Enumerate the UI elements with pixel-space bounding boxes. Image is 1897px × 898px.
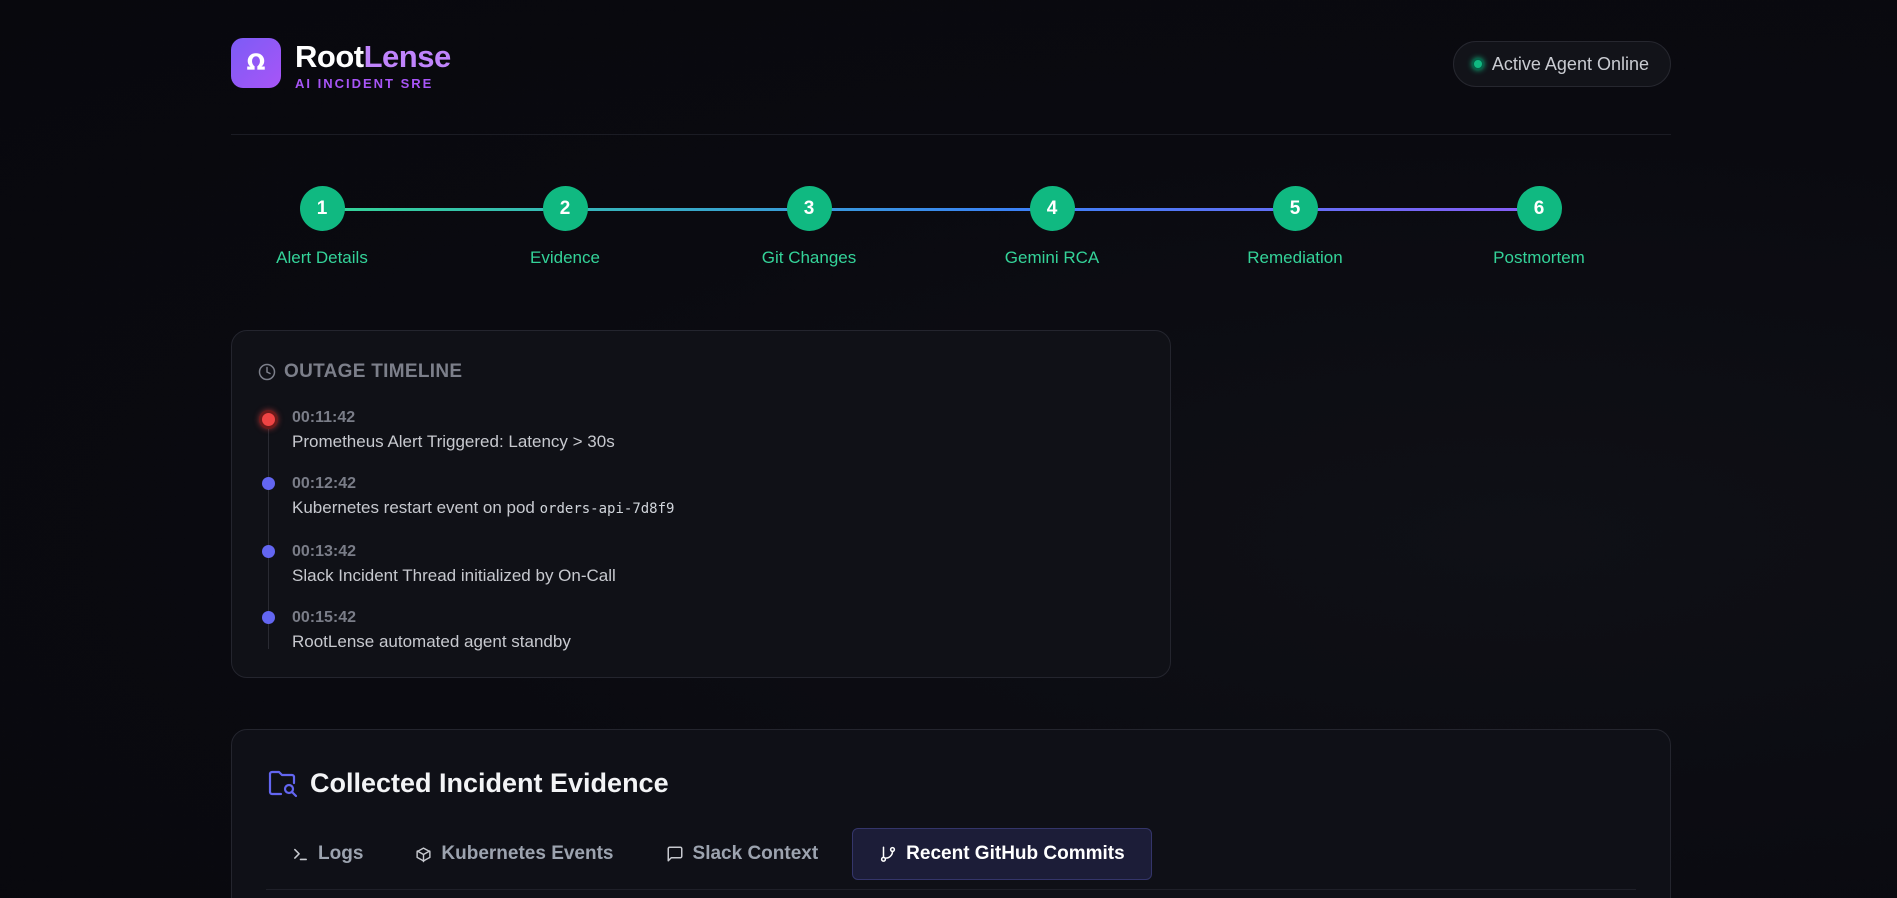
step-postmortem[interactable]: 6 Postmortem: [1459, 186, 1619, 268]
step-gemini-rca[interactable]: 4 Gemini RCA: [972, 186, 1132, 268]
status-dot-icon: [1471, 58, 1484, 70]
step-label: Git Changes: [761, 248, 857, 267]
info-dot-icon: [262, 611, 275, 624]
step-number-circle: 4: [1029, 186, 1075, 231]
step-number-circle: 3: [786, 186, 832, 231]
step-label: Postmortem: [1493, 248, 1585, 267]
step-number-circle: 6: [1516, 186, 1562, 231]
evidence-tabs: Logs Kubernetes Events Slack Context Rec…: [266, 828, 1152, 880]
alert-dot-icon: [259, 410, 278, 429]
step-remediation[interactable]: 5 Remediation: [1215, 186, 1375, 268]
pod-name-code: orders-api-7d8f9: [539, 501, 675, 517]
tab-label: Kubernetes Events: [441, 843, 614, 864]
brand: RootLense AI INCIDENT SRE: [295, 40, 451, 92]
agent-status-badge: Active Agent Online: [1452, 41, 1671, 87]
clock-icon: [258, 363, 276, 381]
timeline-event-text: Kubernetes restart event on pod: [292, 498, 540, 517]
app-header: Ω RootLense AI INCIDENT SRE Active Agent…: [231, 38, 1671, 92]
header-divider: [231, 134, 1671, 135]
message-icon: [666, 845, 684, 863]
timeline-event-time: 00:15:42: [292, 609, 357, 626]
tab-label: Logs: [318, 843, 364, 864]
tab-label: Recent GitHub Commits: [906, 843, 1125, 864]
tab-kubernetes-events[interactable]: Kubernetes Events: [389, 828, 639, 880]
step-number-circle: 2: [542, 186, 588, 231]
tab-recent-github-commits[interactable]: Recent GitHub Commits: [852, 828, 1152, 880]
timeline-event-text: Slack Incident Thread initialized by On-…: [292, 566, 616, 585]
step-number-circle: 1: [299, 186, 345, 231]
step-evidence[interactable]: 2 Evidence: [485, 186, 645, 268]
step-label: Alert Details: [276, 248, 368, 267]
step-number-circle: 5: [1272, 186, 1318, 231]
progress-stepper: 1 Alert Details 2 Evidence 3 Git Changes…: [231, 186, 1671, 276]
tab-logs[interactable]: Logs: [266, 828, 389, 880]
timeline-event-text-row: Kubernetes restart event on pod orders-a…: [292, 498, 674, 518]
timeline-event-time: 00:12:42: [292, 475, 357, 492]
folder-search-icon: [268, 770, 298, 798]
timeline-event-time: 00:13:42: [292, 543, 357, 560]
terminal-icon: [292, 846, 309, 863]
timeline-event-text: RootLense automated agent standby: [292, 632, 571, 651]
tabs-divider: [266, 889, 1636, 890]
incident-evidence-card: Collected Incident Evidence Logs Kuberne…: [231, 729, 1671, 898]
cube-icon: [415, 846, 432, 863]
tab-slack-context[interactable]: Slack Context: [640, 828, 845, 880]
brand-name-lense: Lense: [363, 39, 452, 74]
brand-name-root: Root: [295, 39, 364, 74]
timeline-title-text: OUTAGE TIMELINE: [284, 361, 463, 382]
step-label: Gemini RCA: [1004, 248, 1100, 267]
tab-label: Slack Context: [692, 843, 819, 864]
timeline-event-text: Prometheus Alert Triggered: Latency > 30…: [292, 432, 615, 451]
step-alert-details[interactable]: 1 Alert Details: [242, 186, 402, 268]
git-branch-icon: [879, 845, 897, 863]
agent-status-label: Active Agent Online: [1491, 53, 1649, 74]
timeline-title: OUTAGE TIMELINE: [258, 361, 462, 383]
evidence-title: Collected Incident Evidence: [268, 768, 669, 799]
timeline-event-time: 00:11:42: [292, 409, 356, 426]
step-git-changes[interactable]: 3 Git Changes: [729, 186, 889, 268]
brand-name: RootLense: [295, 40, 451, 74]
brand-subtitle: AI INCIDENT SRE: [295, 76, 434, 91]
info-dot-icon: [262, 477, 275, 490]
evidence-title-text: Collected Incident Evidence: [310, 768, 669, 798]
info-dot-icon: [262, 545, 275, 558]
step-label: Remediation: [1247, 248, 1343, 267]
app-logo-icon: Ω: [231, 38, 281, 88]
step-label: Evidence: [530, 248, 600, 267]
outage-timeline-card: OUTAGE TIMELINE 00:11:42 Prometheus Aler…: [231, 330, 1171, 678]
